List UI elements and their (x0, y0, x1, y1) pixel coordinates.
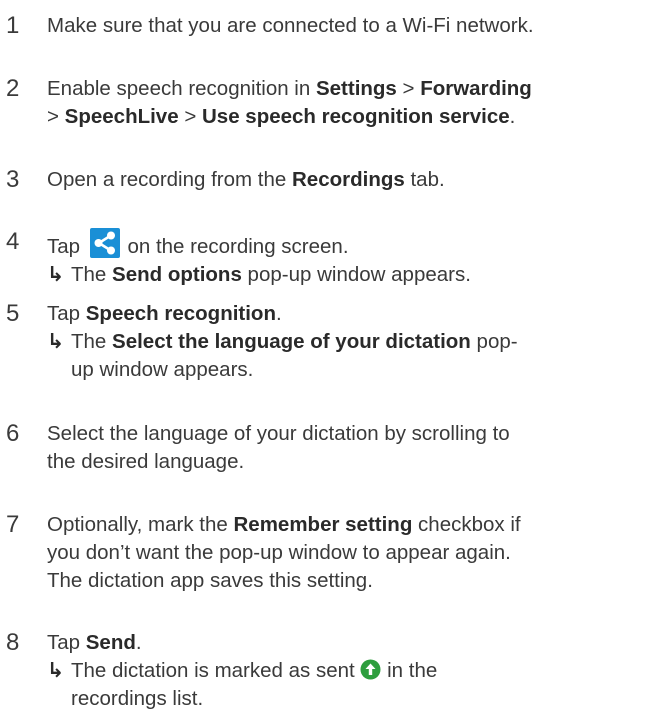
step-6: 6 Select the language of your dictation … (0, 420, 656, 476)
step-7: 7 Optionally, mark the Remember setting … (0, 511, 656, 595)
result-arrow-icon: ↳ (47, 330, 65, 353)
sent-arrow-icon (360, 659, 381, 680)
step-2: 2 Enable speech recognition in Settings … (0, 75, 656, 131)
step-text: Optionally, mark the Remember setting ch… (47, 513, 521, 592)
step-text: Tap Send. ↳ The dictation is marked as s… (47, 629, 647, 713)
recordings-tab-label: Recordings (292, 168, 405, 191)
step-text: Open a recording from the Recordings tab… (47, 168, 445, 191)
menu-path-settings: Settings (315, 77, 397, 100)
menu-path-forwarding: Forwarding (420, 77, 532, 100)
step-1: 1 Make sure that you are connected to a … (0, 12, 656, 40)
step-4: 4 Tap on the recording screen. ↳ The Sen… (0, 228, 656, 289)
send-options-label: Send options (112, 263, 242, 286)
send-label: Send (85, 631, 136, 654)
step-text: Tap on the recording screen. ↳ The Send … (47, 228, 647, 289)
step-number: 8 (6, 629, 20, 656)
select-language-label: Select the language of your dictation (112, 330, 471, 353)
step-8: 8 Tap Send. ↳ The dictation is marked as… (0, 629, 656, 713)
step-number: 5 (6, 300, 20, 327)
step-text: Tap Speech recognition. ↳ The Select the… (47, 300, 647, 384)
result-arrow-icon: ↳ (47, 263, 65, 286)
step-number: 1 (6, 12, 20, 39)
speech-recognition-label: Speech recognition (85, 302, 276, 325)
result-arrow-icon: ↳ (47, 659, 65, 682)
step-text: Enable speech recognition in Settings > … (47, 77, 532, 128)
step-5: 5 Tap Speech recognition. ↳ The Select t… (0, 300, 656, 384)
step-text: Make sure that you are connected to a Wi… (47, 14, 534, 37)
step-result: ↳ The dictation is marked as sent in the… (47, 659, 438, 710)
menu-path-speechlive: SpeechLive (64, 105, 179, 128)
remember-setting-label: Remember setting (233, 513, 413, 536)
menu-path-use-speech-recognition: Use speech recognition service (202, 105, 510, 128)
step-result: ↳ The Select the language of your dictat… (47, 330, 518, 381)
step-number: 7 (6, 511, 20, 538)
instruction-steps: 1 Make sure that you are connected to a … (0, 0, 656, 710)
step-number: 2 (6, 75, 20, 102)
step-number: 3 (6, 166, 20, 193)
step-number: 4 (6, 228, 20, 255)
step-3: 3 Open a recording from the Recordings t… (0, 166, 656, 194)
step-result: ↳ The Send options pop-up window appears… (47, 261, 647, 289)
step-number: 6 (6, 420, 20, 447)
step-text: Select the language of your dictation by… (47, 422, 510, 473)
share-icon (89, 228, 120, 258)
